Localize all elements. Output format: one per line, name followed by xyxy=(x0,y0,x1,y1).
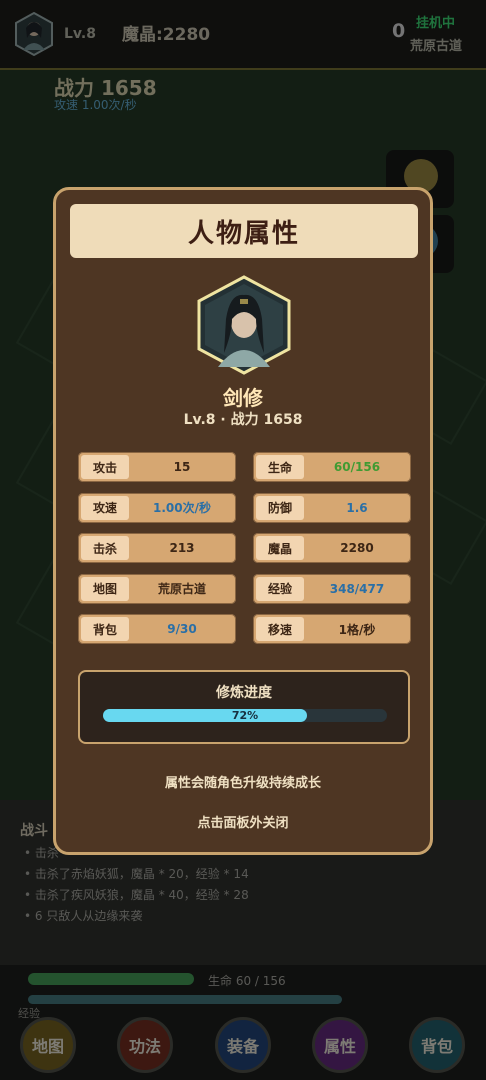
stat-label: 攻速 xyxy=(81,495,129,520)
stat-label: 击杀 xyxy=(81,536,129,560)
stat-cell: 地图 荒原古道 xyxy=(78,573,236,604)
stat-value: 9/30 xyxy=(167,622,197,636)
stat-label: 移速 xyxy=(256,617,304,641)
progress-track: 72% xyxy=(103,709,387,722)
cultivation-progress: 修炼进度 72% xyxy=(78,670,410,744)
stat-cell: 魔晶 2280 xyxy=(253,533,411,563)
hero-name: 剑修 xyxy=(223,386,263,410)
stat-label: 攻击 xyxy=(81,455,129,479)
attributes-panel: 人物属性 剑修 Lv.8 · 战力 1658 攻击 15 生命 60/156 攻速 1.0… xyxy=(53,187,433,855)
stat-value: 15 xyxy=(173,460,191,474)
stat-cell: 攻击 15 xyxy=(78,452,236,482)
growth-tip: 属性会随角色升级持续成长 xyxy=(164,776,321,791)
progress-title: 修炼进度 xyxy=(216,685,272,701)
stat-value: 2280 xyxy=(340,541,374,555)
stat-label: 防御 xyxy=(256,495,304,520)
stat-label: 地图 xyxy=(81,576,129,601)
stat-cell: 背包 9/30 xyxy=(78,614,236,644)
stat-label: 背包 xyxy=(81,617,129,641)
stat-value: 荒原古道 xyxy=(157,582,206,596)
stat-value: 213 xyxy=(169,541,195,555)
hero-portrait-icon xyxy=(197,275,291,375)
stat-value: 1格/秒 xyxy=(338,622,376,637)
stat-value: 1.00次/秒 xyxy=(153,501,211,515)
stat-cell: 击杀 213 xyxy=(78,533,236,563)
stat-cell: 经验 348/477 xyxy=(253,573,411,604)
stat-value: 1.6 xyxy=(346,500,368,515)
stat-cell: 移速 1格/秒 xyxy=(253,614,411,644)
stat-value: 60/156 xyxy=(333,460,381,474)
stat-label: 魔晶 xyxy=(256,536,304,560)
panel-title: 人物属性 xyxy=(70,204,418,258)
stat-cell: 防御 1.6 xyxy=(253,492,411,523)
stat-label: 生命 xyxy=(256,455,304,479)
stat-cell: 生命 60/156 xyxy=(253,452,411,482)
hero-subtitle: Lv.8 · 战力 1658 xyxy=(183,412,303,428)
stat-value: 348/477 xyxy=(329,581,385,596)
progress-percent: 72% xyxy=(231,709,259,722)
stat-label: 经验 xyxy=(256,576,304,601)
stat-cell: 攻速 1.00次/秒 xyxy=(78,492,236,523)
close-hint: 点击面板外关闭 xyxy=(197,816,289,831)
